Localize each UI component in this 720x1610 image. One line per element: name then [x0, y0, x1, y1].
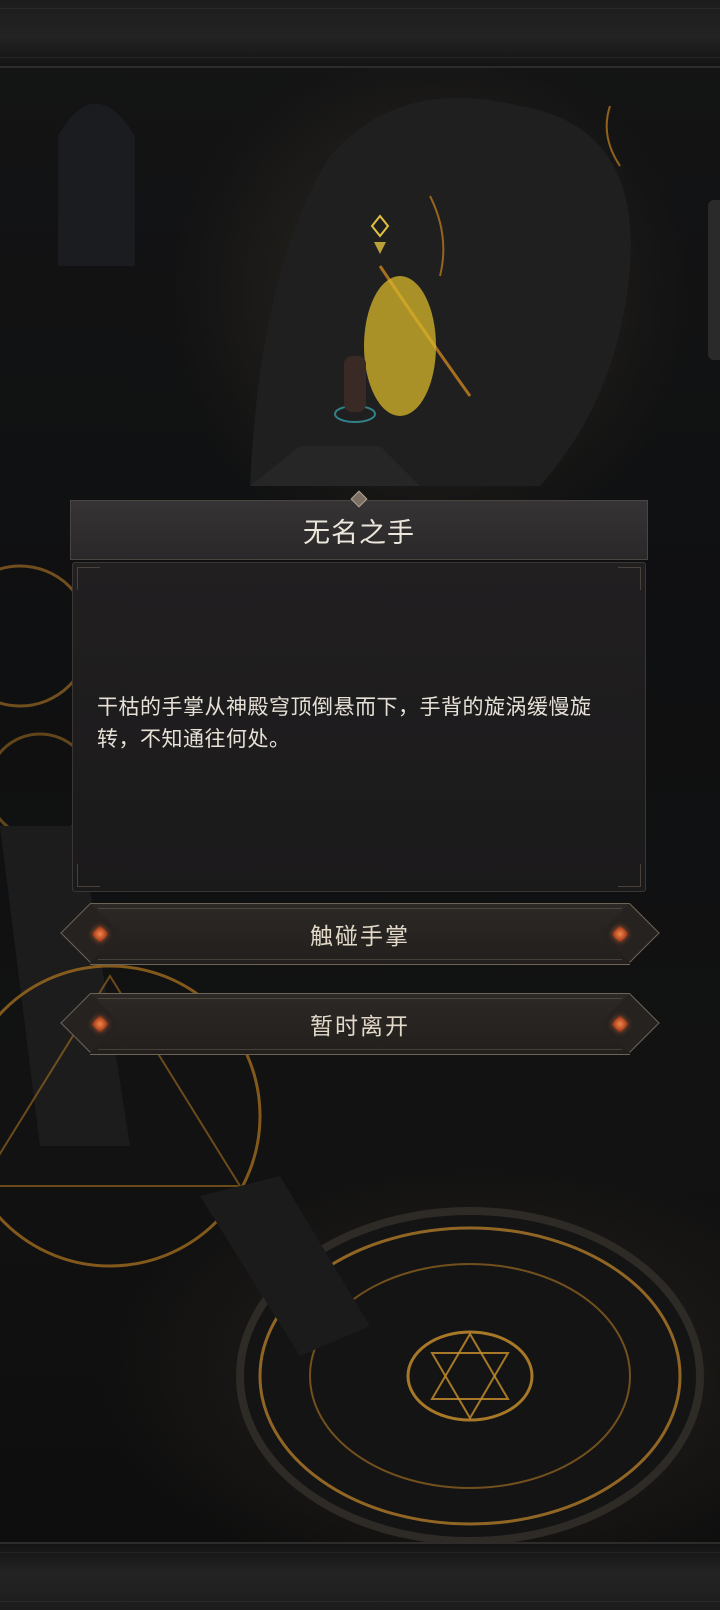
dialog-body: 干枯的手掌从神殿穹顶倒悬而下，手背的旋涡缓慢旋转，不知通往何处。: [72, 562, 646, 892]
dialog-title-bar: 无名之手: [70, 500, 648, 560]
bottom-bar-trim: [0, 1552, 720, 1602]
hero-character: [344, 356, 366, 412]
corner-ornament: [618, 864, 641, 887]
bottom-ornament-bar: [0, 1542, 720, 1610]
corner-ornament: [77, 864, 100, 887]
side-drawer-handle[interactable]: [708, 200, 720, 360]
choice-touch-palm-button[interactable]: 触碰手掌: [60, 903, 660, 965]
corner-ornament: [618, 567, 641, 590]
corner-ornament: [77, 567, 100, 590]
top-bar-trim: [0, 8, 720, 58]
choice-label: 暂时离开: [310, 1014, 410, 1040]
event-dialog: 无名之手 干枯的手掌从神殿穹顶倒悬而下，手背的旋涡缓慢旋转，不知通往何处。: [70, 490, 648, 892]
top-ornament-bar: [0, 0, 720, 68]
arched-window: [58, 103, 135, 266]
lava-crack-3: [605, 105, 621, 167]
event-description: 干枯的手掌从神殿穹顶倒悬而下，手背的旋涡缓慢旋转，不知通往何处。: [97, 695, 592, 751]
rock-mass: [250, 97, 631, 486]
choice-leave-button[interactable]: 暂时离开: [60, 993, 660, 1055]
portal: [364, 276, 436, 416]
choice-label: 触碰手掌: [310, 924, 410, 950]
game-screen: 无名之手 干枯的手掌从神殿穹顶倒悬而下，手背的旋涡缓慢旋转，不知通往何处。 触碰…: [0, 0, 720, 1610]
dialog-title: 无名之手: [303, 517, 415, 549]
